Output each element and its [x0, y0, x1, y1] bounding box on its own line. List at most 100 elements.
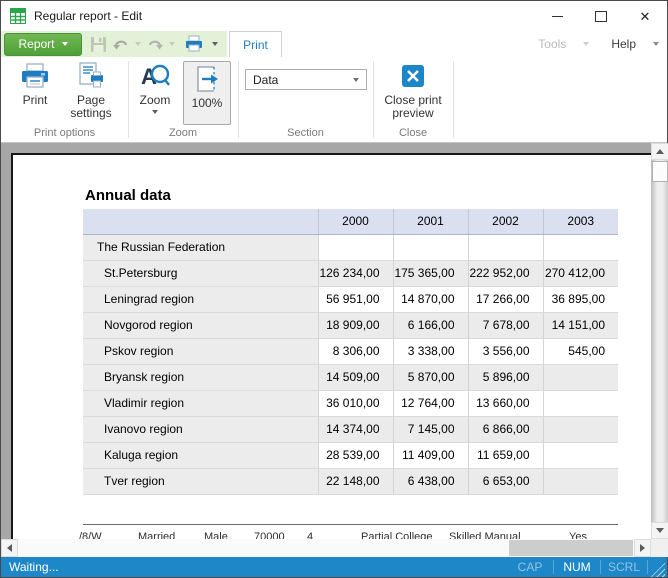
table-row: Novgorod region18 909,006 166,007 678,00… — [83, 312, 618, 338]
group-label-zoom: Zoom — [128, 127, 238, 139]
row-label: Tver region — [83, 468, 318, 494]
section-select[interactable]: Data — [245, 69, 367, 90]
row-label: Vladimir region — [83, 390, 318, 416]
scroll-down-button[interactable] — [651, 522, 668, 539]
table-cell — [543, 442, 618, 468]
undo-icon[interactable] — [112, 36, 130, 52]
scroll-left-button[interactable] — [1, 539, 18, 557]
clipped-cell-text: /8/W — [79, 531, 102, 539]
header-cell-empty — [83, 209, 318, 234]
print-button[interactable]: Print — [11, 61, 59, 107]
report-menu-label: Report — [18, 37, 54, 51]
printer-icon — [19, 63, 51, 89]
arrow-right-icon — [640, 544, 645, 552]
table-cell — [543, 364, 618, 390]
close-print-preview-button[interactable]: Close print preview — [380, 61, 446, 120]
app-window: Regular report - Edit ✕ Report — [0, 0, 668, 578]
table-cell: 36 010,00 — [318, 390, 393, 416]
save-icon[interactable] — [90, 36, 107, 53]
zoom-dropdown-button[interactable]: A Zoom — [132, 61, 178, 114]
section-select-value: Data — [253, 73, 278, 87]
tab-print-label: Print — [243, 38, 268, 52]
header-cell-year: 2001 — [393, 209, 468, 234]
report-menu-button[interactable]: Report — [4, 33, 82, 56]
page-settings-button[interactable]: Page settings — [63, 61, 119, 120]
second-table-top-border — [83, 524, 618, 525]
resize-grip[interactable] — [650, 562, 665, 577]
zoom-100-button[interactable]: 100% — [183, 61, 231, 125]
clipped-cell-text: Yes — [569, 531, 587, 539]
close-button[interactable]: ✕ — [623, 1, 667, 31]
group-separator — [453, 61, 454, 138]
window-title: Regular report - Edit — [34, 9, 142, 23]
clipped-cell-text: 4 — [307, 531, 313, 539]
table-cell: 175 365,00 — [393, 260, 468, 286]
clipped-cell-text: Partial College — [361, 531, 433, 539]
tools-dropdown-icon[interactable] — [583, 42, 589, 46]
print-quick-icon[interactable] — [184, 35, 204, 53]
close-preview-icon — [402, 65, 424, 87]
app-icon — [10, 8, 26, 24]
scroll-up-button[interactable] — [651, 143, 668, 160]
redo-dropdown-icon[interactable] — [169, 42, 175, 46]
status-message: Waiting... — [9, 560, 59, 574]
zoom-caret-icon — [152, 110, 158, 114]
scroll-right-button[interactable] — [634, 539, 651, 557]
table-cell: 56 951,00 — [318, 286, 393, 312]
table-cell: 17 266,00 — [468, 286, 543, 312]
status-flag-cap: CAP — [507, 560, 553, 574]
arrow-up-icon — [656, 149, 664, 154]
print-dropdown-icon[interactable] — [212, 42, 218, 46]
table-cell: 545,00 — [543, 338, 618, 364]
status-flag-scrl: SCRL — [601, 560, 647, 574]
clipped-row: /8/WMarriedMale700004Partial CollegeSkil… — [13, 531, 651, 539]
row-label: Bryansk region — [83, 364, 318, 390]
header-cell-year: 2000 — [318, 209, 393, 234]
zoom-100-label: 100% — [192, 97, 223, 110]
header-cell-year: 2002 — [468, 209, 543, 234]
quick-access-toolbar: Report — [1, 31, 227, 57]
header-cell-year: 2003 — [543, 209, 618, 234]
table-cell: 6 438,00 — [393, 468, 468, 494]
table-cell: 5 896,00 — [468, 364, 543, 390]
table-cell — [468, 234, 543, 260]
table-cell: 126 234,00 — [318, 260, 393, 286]
table-cell: 3 556,00 — [468, 338, 543, 364]
table-cell: 6 166,00 — [393, 312, 468, 338]
table-row: Ivanovo region14 374,007 145,006 866,00 — [83, 416, 618, 442]
print-preview-area[interactable]: Annual data 2000200120022003The Russian … — [1, 143, 651, 539]
table-cell: 13 660,00 — [468, 390, 543, 416]
group-label-print-options: Print options — [1, 127, 128, 139]
table-cell: 6 866,00 — [468, 416, 543, 442]
table-cell: 14 870,00 — [393, 286, 468, 312]
ribbon: Print Page settings A — [1, 57, 667, 143]
horizontal-scroll-thumb[interactable] — [509, 540, 633, 556]
table-cell: 270 412,00 — [543, 260, 618, 286]
flag-separator — [647, 560, 648, 574]
minimize-button[interactable] — [535, 1, 579, 31]
zoom-label: Zoom — [140, 94, 171, 107]
horizontal-scrollbar[interactable] — [1, 539, 651, 557]
scrollbar-corner — [651, 539, 668, 557]
table-cell: 28 539,00 — [318, 442, 393, 468]
vertical-scroll-thumb[interactable] — [652, 161, 668, 182]
undo-dropdown-icon[interactable] — [135, 42, 141, 46]
help-dropdown-icon[interactable] — [653, 42, 659, 46]
table-header-row: 2000200120022003 — [83, 209, 618, 234]
tab-strip: Print Tools Help — [227, 31, 667, 57]
redo-icon[interactable] — [146, 36, 164, 52]
tab-print[interactable]: Print — [229, 31, 282, 57]
clipped-cell-text: Married — [138, 531, 175, 539]
tools-menu[interactable]: Tools — [538, 37, 566, 51]
help-menu[interactable]: Help — [611, 37, 636, 51]
table-cell: 3 338,00 — [393, 338, 468, 364]
vertical-scrollbar[interactable] — [651, 143, 668, 539]
table-cell: 7 145,00 — [393, 416, 468, 442]
chevron-down-icon — [62, 42, 68, 46]
row-label: Leningrad region — [83, 286, 318, 312]
maximize-button[interactable] — [579, 1, 623, 31]
section-select-caret-icon — [353, 78, 359, 82]
report-table: 2000200120022003The Russian FederationSt… — [83, 209, 618, 495]
clipped-cell-text: Skilled Manual — [449, 531, 521, 539]
row-label: St.Petersburg — [83, 260, 318, 286]
